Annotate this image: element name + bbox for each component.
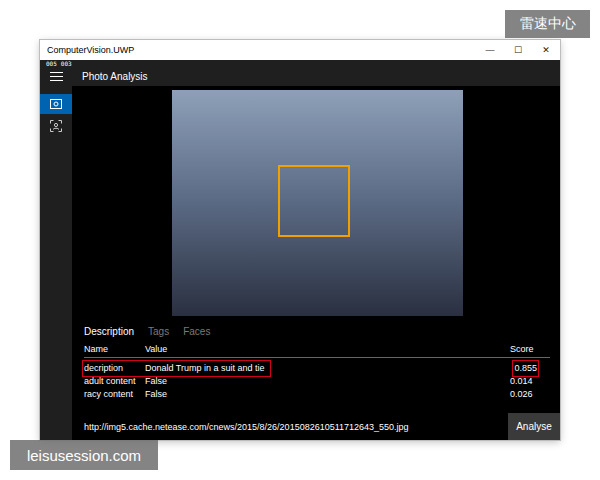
frame-counter: 005 bbox=[46, 60, 57, 67]
content-panel: Description Tags Faces NameValueScore decrip… bbox=[72, 86, 560, 440]
header-bar: 005 003Photo Analysis bbox=[40, 60, 560, 86]
frame-counter: 003 bbox=[61, 60, 72, 67]
face-rectangle bbox=[278, 165, 350, 237]
window-controls: —☐✕ bbox=[476, 40, 560, 60]
value-cell: False bbox=[145, 388, 167, 401]
name-cell: decription bbox=[84, 362, 145, 375]
column-header: Value bbox=[145, 344, 510, 354]
table-header: NameValueScore bbox=[84, 344, 550, 358]
results-table: NameValueScore decriptionDonald Trump in … bbox=[84, 344, 560, 401]
table-row: racy contentFalse 0.026 bbox=[84, 388, 550, 401]
tab[interactable]: Description bbox=[84, 326, 134, 337]
sidebar-item[interactable] bbox=[40, 94, 72, 114]
app-window: ComputerVision.UWP —☐✕ 005 003Photo Analysi… bbox=[40, 40, 560, 440]
photo-icon bbox=[50, 99, 62, 109]
hamburger-menu-icon[interactable] bbox=[40, 72, 72, 81]
watermark: 雷速中心 bbox=[505, 10, 590, 38]
window-control-button[interactable]: ☐ bbox=[504, 40, 532, 60]
value-cell: Donald Trump in a suit and tie bbox=[145, 362, 265, 375]
tab[interactable]: Faces bbox=[183, 326, 210, 337]
score-cell: 0.014 bbox=[510, 375, 550, 388]
title-bar: ComputerVision.UWP —☐✕ bbox=[40, 40, 560, 60]
value-cell: False bbox=[145, 375, 167, 388]
score-cell: 0.026 bbox=[510, 388, 550, 401]
watermark: leisusession.com bbox=[10, 440, 158, 470]
window-title: ComputerVision.UWP bbox=[47, 45, 134, 55]
column-header: Score bbox=[510, 344, 550, 354]
page-title: Photo Analysis bbox=[72, 71, 148, 82]
analyse-button[interactable]: Analyse bbox=[508, 413, 560, 440]
url-bar: http://img5.cache.netease.com/cnews/2015… bbox=[72, 413, 560, 440]
sidebar-item[interactable] bbox=[40, 116, 72, 136]
face-scan-icon bbox=[50, 120, 62, 132]
window-control-button[interactable]: — bbox=[476, 40, 504, 60]
url-field[interactable]: http://img5.cache.netease.com/cnews/2015… bbox=[72, 413, 508, 440]
table-row: adult contentFalse 0.014 bbox=[84, 375, 550, 388]
score-cell: 0.855 bbox=[514, 362, 537, 375]
sidebar bbox=[40, 86, 72, 440]
result-tabs: Description Tags Faces bbox=[84, 326, 560, 337]
desktop: ComputerVision.UWP —☐✕ 005 003Photo Analysi… bbox=[0, 0, 600, 480]
table-row: decriptionDonald Trump in a suit and tie… bbox=[84, 362, 550, 375]
window-control-button[interactable]: ✕ bbox=[532, 40, 560, 60]
name-cell: racy content bbox=[84, 388, 145, 401]
column-header: Name bbox=[84, 344, 145, 354]
debug-counters: 005 003 bbox=[40, 60, 560, 67]
app-area: 005 003Photo Analysis Description Tags Faces… bbox=[40, 60, 560, 440]
name-cell: adult content bbox=[84, 375, 145, 388]
analysed-photo bbox=[172, 90, 463, 316]
tab[interactable]: Tags bbox=[148, 326, 169, 337]
